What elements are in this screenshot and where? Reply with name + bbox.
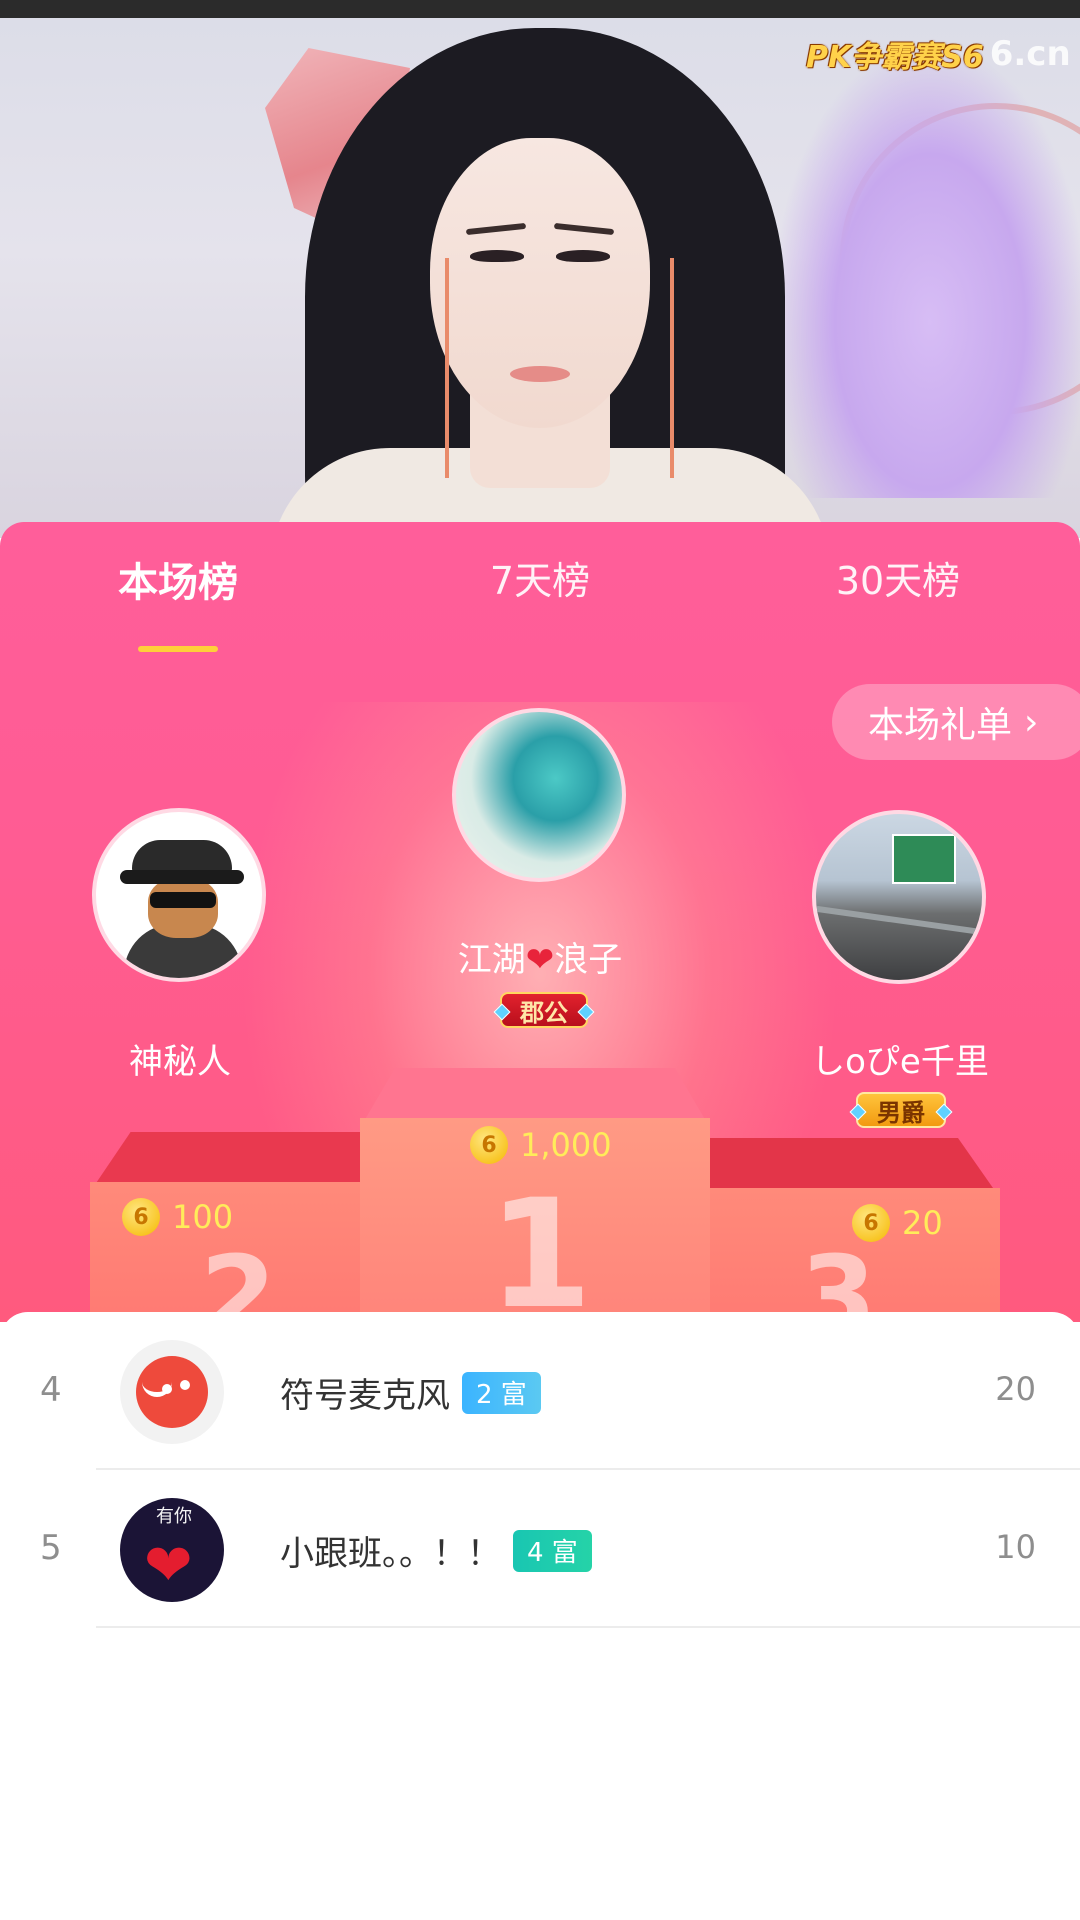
badge-label: 男爵 — [877, 1098, 925, 1127]
score-value: 1,000 — [520, 1126, 612, 1164]
contribution-value: 10 — [995, 1528, 1036, 1566]
rank-1-username[interactable]: 江湖❤浪子 — [380, 932, 700, 981]
background-dress — [780, 58, 1080, 498]
heart-icon: ❤ — [525, 940, 555, 980]
rank-2-score: 6 100 — [122, 1198, 233, 1236]
leaderboard-tabs: 本场榜 7天榜 30天榜 — [0, 550, 1080, 652]
username-part: 江湖 — [457, 940, 526, 980]
heart-avatar-text: 有你 — [156, 1506, 192, 1527]
list-item[interactable]: 5 有你 ❤ 小跟班。。！！ 4 富 10 — [0, 1470, 1080, 1628]
tab-this-session[interactable]: 本场榜 — [58, 550, 298, 608]
gift-list-label: 本场礼单 — [868, 705, 1013, 746]
rank-number: 5 — [40, 1528, 62, 1568]
badge-label: 郡公 — [520, 998, 568, 1027]
status-bar — [0, 0, 1080, 18]
streamer-face — [430, 138, 650, 428]
podium-rank-2: 2 — [200, 1232, 277, 1322]
heart-avatar[interactable]: 有你 ❤ — [120, 1498, 224, 1602]
earphone-wire — [670, 258, 674, 478]
username-text: 小跟班。。！！ — [280, 1534, 501, 1574]
heart-icon: ❤ — [144, 1531, 193, 1599]
diamond-icon — [849, 1103, 867, 1121]
rank-1-score: 6 1,000 — [470, 1126, 612, 1164]
wealth-level-badge: 2 富 — [462, 1371, 541, 1414]
username-text: 符号麦克风 — [280, 1376, 450, 1416]
brand-logo: 6.cn — [989, 34, 1071, 74]
rank-2-username[interactable]: 神秘人 — [60, 1034, 300, 1083]
podium-rank-1: 1 — [488, 1168, 593, 1322]
coin-icon: 6 — [852, 1204, 890, 1242]
diamond-icon — [935, 1103, 953, 1121]
username: 符号麦克风 2 富 — [280, 1368, 541, 1417]
mystery-man-avatar[interactable] — [92, 808, 266, 982]
dragon-avatar[interactable] — [452, 708, 626, 882]
live-video-preview[interactable]: PK争霸赛S6 6.cn — [0, 18, 1080, 538]
tab-7-days[interactable]: 7天榜 — [420, 550, 660, 605]
score-value: 100 — [172, 1198, 234, 1236]
score-value: 20 — [902, 1204, 943, 1242]
username-part: 浪子 — [554, 940, 623, 980]
coin-icon: 6 — [122, 1198, 160, 1236]
active-tab-indicator — [138, 646, 218, 652]
chevron-right-icon: › — [1024, 701, 1039, 743]
rank-3-score: 6 20 — [852, 1204, 943, 1242]
leaderboard-panel: 本场榜 7天榜 30天榜 本场礼单 › 1 2 3 江湖❤浪子 郡公 神秘人 し… — [0, 522, 1080, 1322]
event-logo: PK争霸赛S6 — [806, 40, 984, 75]
microphone-face-avatar[interactable] — [120, 1340, 224, 1444]
noble-badge-jungong: 郡公 — [493, 992, 595, 1028]
highway-photo-avatar[interactable] — [812, 810, 986, 984]
rank-3-username[interactable]: しoぴe千里 — [760, 1034, 1040, 1083]
earphone-wire — [445, 258, 449, 478]
divider — [96, 1626, 1080, 1628]
username: 小跟班。。！！ 4 富 — [280, 1526, 592, 1575]
tab-30-days[interactable]: 30天榜 — [778, 550, 1018, 605]
stream-watermark: PK争霸赛S6 6.cn — [806, 30, 1071, 78]
gift-list-button[interactable]: 本场礼单 › — [832, 684, 1080, 760]
wealth-level-badge: 4 富 — [513, 1529, 592, 1572]
list-item[interactable]: 4 符号麦克风 2 富 20 — [0, 1312, 1080, 1470]
contribution-value: 20 — [995, 1370, 1036, 1408]
ranking-list: 4 符号麦克风 2 富 20 5 有你 ❤ 小跟班。。！！ 4 富 10 — [0, 1312, 1080, 1920]
podium-rank-3: 3 — [800, 1232, 877, 1322]
noble-badge-nanjue: 男爵 — [849, 1092, 953, 1128]
rank-number: 4 — [40, 1370, 62, 1410]
coin-icon: 6 — [470, 1126, 508, 1164]
